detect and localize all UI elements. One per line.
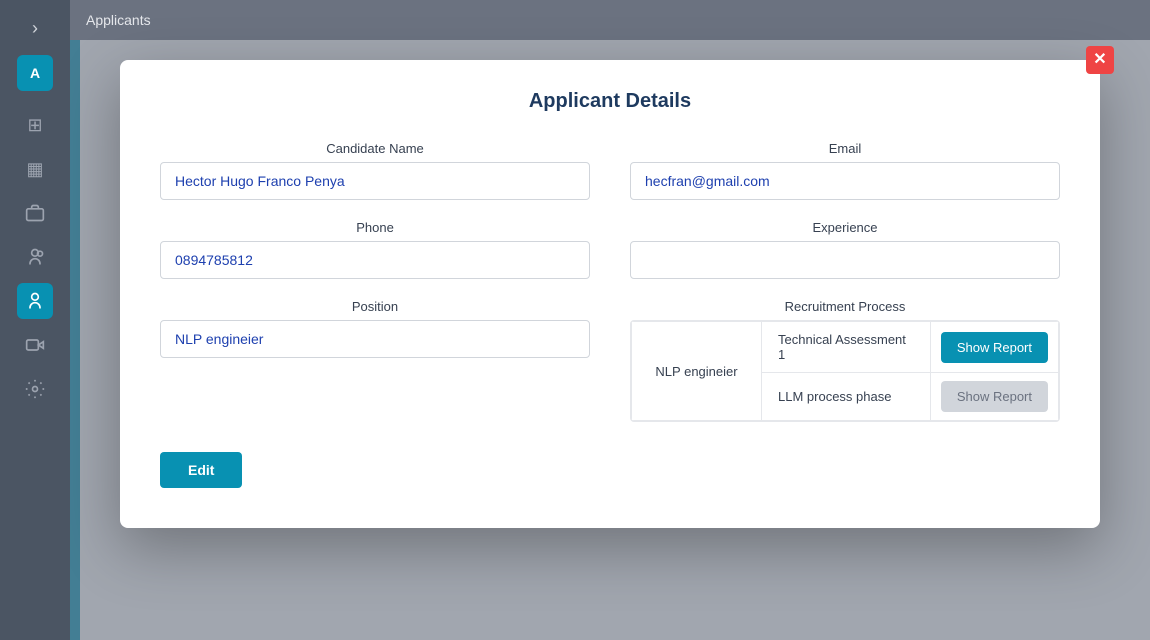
sidebar-toggle[interactable]: ›	[24, 10, 46, 47]
recruitment-row-1: NLP engineier Technical Assessment 1 Sho…	[632, 322, 1059, 373]
position-input[interactable]	[160, 320, 590, 358]
form-bottom-row: Position Recruitment Process NLP enginei…	[160, 299, 1060, 422]
main-area: Applicants ✕ Applicant Details Candidate…	[70, 0, 1150, 640]
show-report-button-1[interactable]: Show Report	[941, 332, 1048, 363]
topbar: Applicants	[70, 0, 1150, 40]
recruitment-label: Recruitment Process	[630, 299, 1060, 314]
sidebar-item-columns[interactable]: ▦	[17, 151, 53, 187]
modal-title: Applicant Details	[160, 90, 1060, 113]
topbar-title: Applicants	[86, 12, 151, 28]
experience-input[interactable]	[630, 241, 1060, 279]
experience-field: Experience	[630, 220, 1060, 279]
edit-button[interactable]: Edit	[160, 452, 242, 488]
phone-label: Phone	[160, 220, 590, 235]
recruitment-table-inner: NLP engineier Technical Assessment 1 Sho…	[631, 321, 1059, 421]
phone-field: Phone	[160, 220, 590, 279]
candidate-name-field: Candidate Name	[160, 141, 590, 200]
experience-label: Experience	[630, 220, 1060, 235]
sidebar-item-grid[interactable]: ⊞	[17, 107, 53, 143]
applicant-details-modal: ✕ Applicant Details Candidate Name Email	[120, 60, 1100, 528]
sidebar-item-video[interactable]	[17, 327, 53, 363]
recruitment-phase-2: LLM process phase	[762, 373, 931, 421]
email-field: Email	[630, 141, 1060, 200]
sidebar: › A ⊞ ▦	[0, 0, 70, 640]
candidate-name-input[interactable]	[160, 162, 590, 200]
sidebar-item-settings[interactable]	[17, 371, 53, 407]
content-wrapper: ✕ Applicant Details Candidate Name Email	[70, 40, 1150, 640]
sidebar-item-briefcase[interactable]	[17, 195, 53, 231]
recruitment-btn-cell-2: Show Report	[930, 373, 1058, 421]
modal-close-button[interactable]: ✕	[1086, 46, 1114, 74]
form-top-row: Candidate Name Email	[160, 141, 1060, 200]
recruitment-table: NLP engineier Technical Assessment 1 Sho…	[630, 320, 1060, 422]
form-middle-row: Phone Experience	[160, 220, 1060, 279]
recruitment-phase-1: Technical Assessment 1	[762, 322, 931, 373]
recruitment-field: Recruitment Process NLP engineier Techni…	[630, 299, 1060, 422]
email-label: Email	[630, 141, 1060, 156]
sidebar-item-person[interactable]	[17, 283, 53, 319]
show-report-button-2[interactable]: Show Report	[941, 381, 1048, 412]
sidebar-item-person-outline[interactable]	[17, 239, 53, 275]
position-field: Position	[160, 299, 590, 422]
position-label: Position	[160, 299, 590, 314]
candidate-name-label: Candidate Name	[160, 141, 590, 156]
phone-input[interactable]	[160, 241, 590, 279]
app-logo: A	[17, 55, 53, 91]
recruitment-btn-cell-1: Show Report	[930, 322, 1058, 373]
recruitment-position-cell: NLP engineier	[632, 322, 762, 421]
modal-overlay: ✕ Applicant Details Candidate Name Email	[70, 40, 1150, 640]
email-input[interactable]	[630, 162, 1060, 200]
